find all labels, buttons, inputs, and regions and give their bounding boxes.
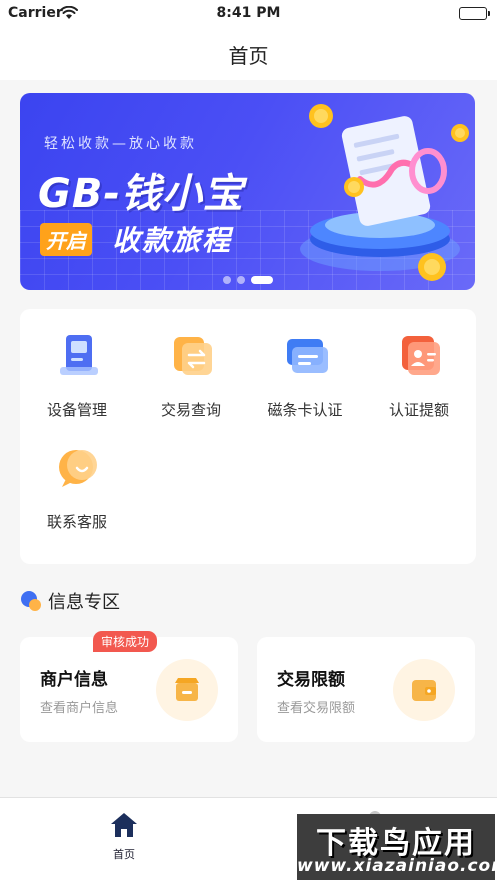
menu-item-label: 认证提额 <box>388 401 449 419</box>
menu-item-magstripe-auth[interactable]: 磁条卡认证 <box>248 309 362 419</box>
section-dots-icon <box>21 591 41 611</box>
function-menu: 设备管理 交易查询 磁条卡认证 认证提额 联系客服 <box>20 309 476 564</box>
merchant-info-card[interactable]: 审核成功 商户信息 查看商户信息 <box>20 631 238 742</box>
card-title: 交易限额 <box>277 670 345 690</box>
status-badge: 审核成功 <box>93 631 158 652</box>
menu-item-verify-limit-increase[interactable]: 认证提额 <box>362 309 476 419</box>
watermark-logo: 下载鸟应用 www.xiazainiao.com <box>297 814 497 880</box>
card-subtitle: 查看交易限额 <box>277 701 356 716</box>
wallet-icon <box>412 680 436 701</box>
device-icon <box>60 335 98 375</box>
menu-item-label: 交易查询 <box>160 401 221 419</box>
card-icon <box>287 339 328 373</box>
navigation-bar: 首页 <box>0 28 497 80</box>
tab-home-label: 首页 <box>113 848 135 861</box>
page-dot[interactable] <box>222 276 231 284</box>
menu-item-label: 设备管理 <box>46 401 107 419</box>
menu-item-label: 磁条卡认证 <box>267 401 343 419</box>
battery-icon <box>459 7 490 20</box>
menu-item-transaction-query[interactable]: 交易查询 <box>134 309 248 419</box>
banner-slogan: 收款旅程 <box>112 224 233 257</box>
banner-tagline: 轻松收款—放心收款 <box>44 136 197 152</box>
transaction-exchange-icon <box>174 337 212 375</box>
tab-home[interactable]: 首页 <box>104 812 144 862</box>
card-subtitle: 查看商户信息 <box>40 701 119 716</box>
banner-page-indicator[interactable] <box>20 276 475 284</box>
transaction-limit-card[interactable]: 交易限额 查看交易限额 <box>257 637 475 742</box>
menu-item-contact-support[interactable]: 联系客服 <box>20 421 134 531</box>
chat-bubble-icon <box>59 450 97 487</box>
menu-item-device-management[interactable]: 设备管理 <box>20 309 134 419</box>
wallet-icon-circle <box>393 659 455 721</box>
info-section-title: 信息专区 <box>48 592 120 613</box>
watermark-url: www.xiazainiao.com <box>297 856 497 876</box>
menu-item-label: 联系客服 <box>46 513 107 531</box>
id-card-icon <box>402 336 440 375</box>
store-icon <box>175 678 199 701</box>
page-title: 首页 <box>228 44 269 68</box>
promo-banner[interactable]: 轻松收款—放心收款 GB-钱小宝 开启 收款旅程 <box>20 93 475 290</box>
status-bar: Carrier 8:41 PM <box>0 0 497 28</box>
page-dot-active[interactable] <box>250 276 273 284</box>
receipt-coins-illustration <box>300 104 469 281</box>
banner-brand: GB-钱小宝 <box>38 171 244 217</box>
store-icon-circle <box>156 659 218 721</box>
card-title: 商户信息 <box>40 670 108 690</box>
page-dot[interactable] <box>236 276 245 284</box>
home-icon <box>111 813 137 837</box>
status-time: 8:41 PM <box>216 5 281 21</box>
banner-start-badge: 开启 <box>40 223 92 256</box>
